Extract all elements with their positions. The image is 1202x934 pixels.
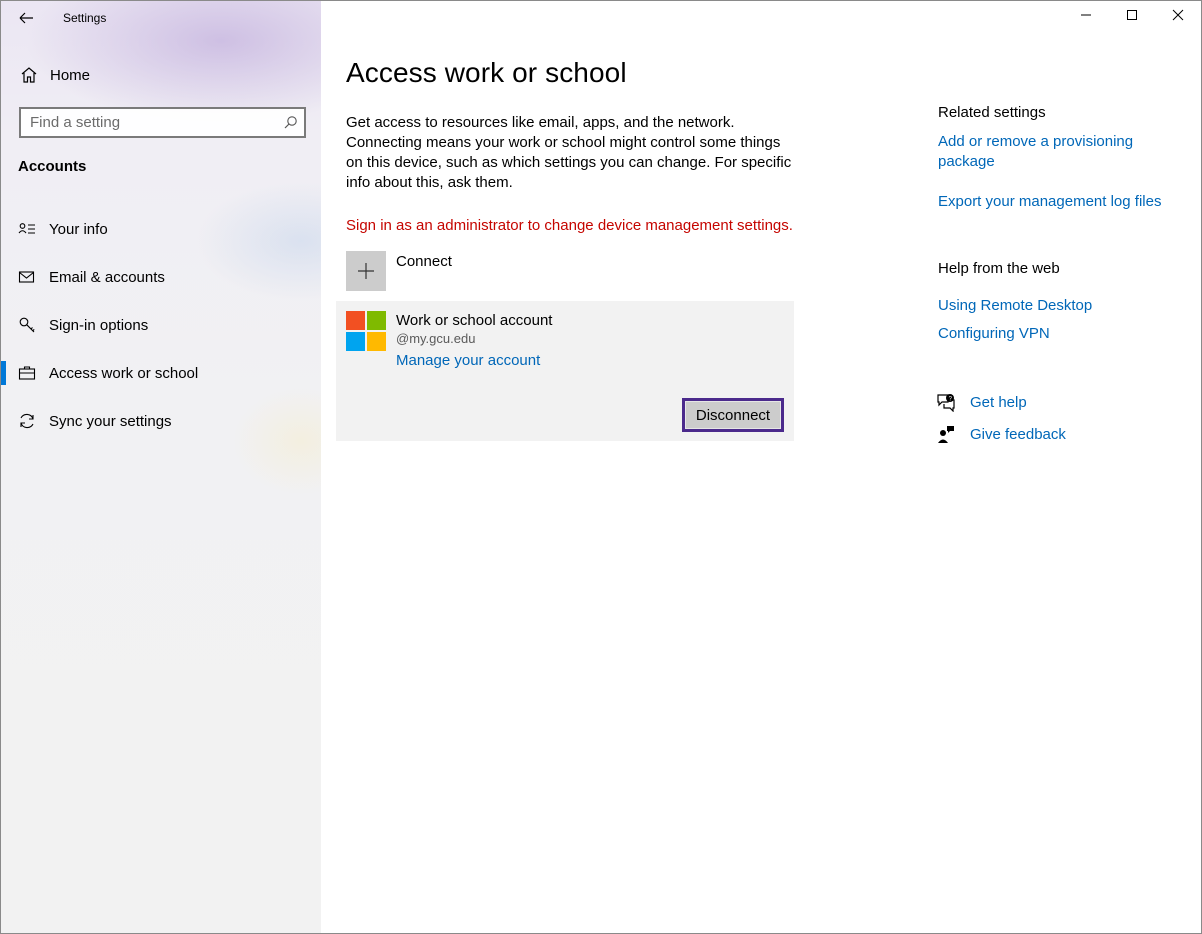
manage-account-link[interactable]: Manage your account — [396, 352, 540, 369]
back-arrow-icon[interactable] — [15, 7, 37, 29]
connect-label: Connect — [396, 253, 452, 270]
get-help-link[interactable]: ? Get help — [936, 391, 1027, 413]
home-icon — [19, 65, 39, 85]
search-icon[interactable] — [283, 115, 298, 130]
sidebar-item-label: Sign-in options — [49, 316, 149, 334]
sidebar-item-email-accounts[interactable]: Email & accounts — [1, 253, 321, 301]
chat-help-icon: ? — [936, 392, 956, 412]
export-log-files-link[interactable]: Export your management log files — [938, 192, 1161, 212]
settings-window: Settings Home Accounts Your info — [0, 0, 1202, 934]
sidebar-item-sync-settings[interactable]: Sync your settings — [1, 397, 321, 445]
search-input[interactable] — [30, 114, 270, 131]
give-feedback-label: Give feedback — [970, 425, 1066, 443]
admin-warning: Sign in as an administrator to change de… — [346, 217, 793, 234]
mail-icon — [18, 268, 36, 286]
remote-desktop-link[interactable]: Using Remote Desktop — [938, 296, 1092, 316]
sidebar-item-sign-in-options[interactable]: Sign-in options — [1, 301, 321, 349]
get-help-label: Get help — [970, 393, 1027, 411]
plus-icon — [346, 251, 386, 291]
contact-card-icon — [18, 220, 36, 238]
account-name: Work or school account — [396, 312, 553, 329]
sidebar-item-label: Sync your settings — [49, 412, 172, 430]
minimize-icon — [1080, 8, 1092, 26]
close-icon — [1172, 8, 1184, 26]
section-heading: Accounts — [18, 158, 87, 175]
sync-icon — [18, 412, 36, 430]
sidebar: Settings Home Accounts Your info — [1, 1, 321, 933]
sidebar-nav: Your info Email & accounts Sign-in optio… — [1, 205, 321, 445]
provisioning-package-link[interactable]: Add or remove a provisioning package — [938, 132, 1168, 172]
disconnect-button[interactable]: Disconnect — [682, 398, 784, 432]
account-email: @my.gcu.edu — [396, 331, 476, 346]
sidebar-item-label: Your info — [49, 220, 108, 238]
home-label: Home — [50, 66, 91, 84]
page-description: Get access to resources like email, apps… — [346, 114, 792, 191]
sidebar-item-label: Email & accounts — [49, 268, 165, 286]
app-title: Settings — [63, 11, 107, 25]
briefcase-icon — [18, 364, 36, 382]
sidebar-item-access-work-or-school[interactable]: Access work or school — [1, 349, 321, 397]
sidebar-item-your-info[interactable]: Your info — [1, 205, 321, 253]
page-title: Access work or school — [346, 57, 627, 88]
key-icon — [18, 316, 36, 334]
selection-indicator — [1, 361, 6, 385]
configuring-vpn-link[interactable]: Configuring VPN — [938, 324, 1050, 344]
search-box[interactable] — [19, 107, 306, 138]
close-button[interactable] — [1155, 1, 1201, 33]
maximize-icon — [1126, 8, 1138, 26]
feedback-person-icon — [936, 424, 956, 444]
maximize-button[interactable] — [1109, 1, 1155, 33]
related-settings-heading: Related settings — [938, 104, 1046, 121]
give-feedback-link[interactable]: Give feedback — [936, 423, 1066, 445]
minimize-button[interactable] — [1063, 1, 1109, 33]
help-from-web-heading: Help from the web — [938, 260, 1060, 277]
sidebar-item-label: Access work or school — [49, 364, 199, 382]
microsoft-logo-icon — [346, 311, 386, 351]
connect-button[interactable]: Connect — [346, 251, 452, 291]
home-nav-item[interactable]: Home — [19, 63, 90, 87]
account-card[interactable]: Work or school account @my.gcu.edu Manag… — [336, 301, 794, 441]
